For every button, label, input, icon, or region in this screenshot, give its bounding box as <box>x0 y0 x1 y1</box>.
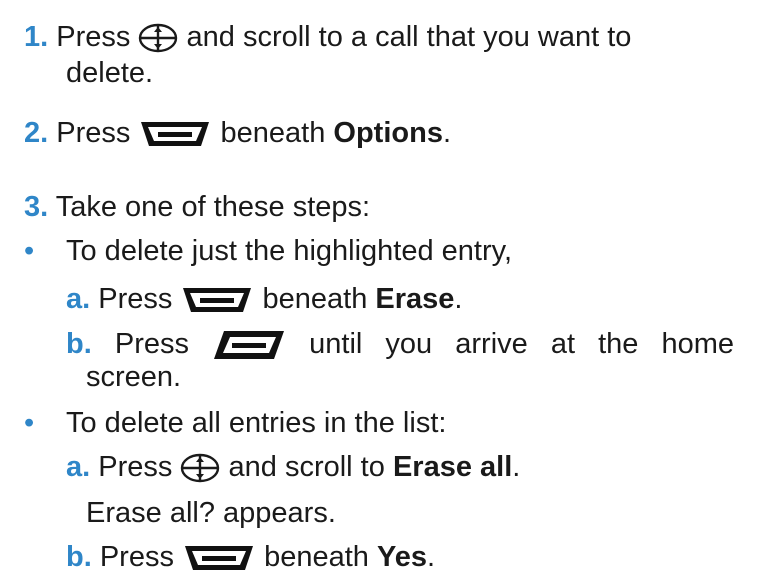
step-text: Take one of these steps: <box>55 191 371 223</box>
bullet-text: To delete all entries in the list: <box>66 407 447 439</box>
right-soft-key-icon <box>182 543 256 573</box>
substep-text: screen. <box>86 361 182 393</box>
softkey-label: Yes <box>377 541 427 573</box>
end-key-icon <box>212 329 286 361</box>
step-number: 1. <box>24 21 49 53</box>
nav-key-icon <box>180 452 220 484</box>
softkey-label: Options <box>333 117 443 149</box>
substep-note: Erase all? appears. <box>86 496 758 530</box>
instruction-document: 1. Press and scroll to a call that you w… <box>0 0 758 578</box>
softkey-label: Erase <box>375 283 455 315</box>
substep-text: Press <box>98 451 173 483</box>
step-text: beneath <box>220 117 326 149</box>
substep-letter: b. <box>66 328 92 360</box>
bullet-icon: • <box>24 235 35 267</box>
step-text: and scroll to a call that you want to <box>186 21 632 53</box>
substep-text: beneath <box>264 541 369 573</box>
bullet-text: To delete just the highlighted entry, <box>66 235 513 267</box>
substep-a: a. Press beneath Erase. <box>66 283 463 315</box>
substep-letter: a. <box>66 283 91 315</box>
step-text: Press <box>56 117 131 149</box>
substep-b: b. Press until you arrive at the home <box>66 327 734 361</box>
step-2: 2. Press beneath Options. <box>24 117 452 149</box>
substep-text: beneath <box>262 283 368 315</box>
bullet-item: • To delete all entries in the list: <box>24 406 758 440</box>
right-soft-key-icon <box>138 119 212 149</box>
right-soft-key-icon <box>180 285 254 315</box>
step-number: 3. <box>24 191 49 223</box>
substep-a: a. Press and scroll to Erase all. <box>66 451 521 484</box>
menu-item-label: Erase all <box>392 451 513 483</box>
step-1-continuation: delete. <box>66 56 758 90</box>
bullet-icon: • <box>24 407 35 439</box>
step-text: Press <box>56 21 131 53</box>
nav-key-icon <box>138 22 178 54</box>
substep-letter: a. <box>66 451 91 483</box>
substep-letter: b. <box>66 541 92 573</box>
substep-text: Press <box>114 328 189 360</box>
substep-text: Press <box>99 541 174 573</box>
step-number: 2. <box>24 117 49 149</box>
note-text: Erase all? appears. <box>86 497 336 529</box>
step-3: 3. Take one of these steps: <box>24 190 758 224</box>
step-1: 1. Press and scroll to a call that you w… <box>24 20 758 54</box>
step-text: delete. <box>66 57 154 89</box>
bullet-item: • To delete just the highlighted entry, <box>24 234 758 268</box>
substep-b: b. Press beneath Yes. <box>66 541 436 573</box>
substep-text: and scroll to <box>228 451 385 483</box>
substep-text: Press <box>98 283 173 315</box>
substep-b-continuation: screen. <box>86 360 758 394</box>
substep-text: until you arrive at the home <box>309 328 735 360</box>
